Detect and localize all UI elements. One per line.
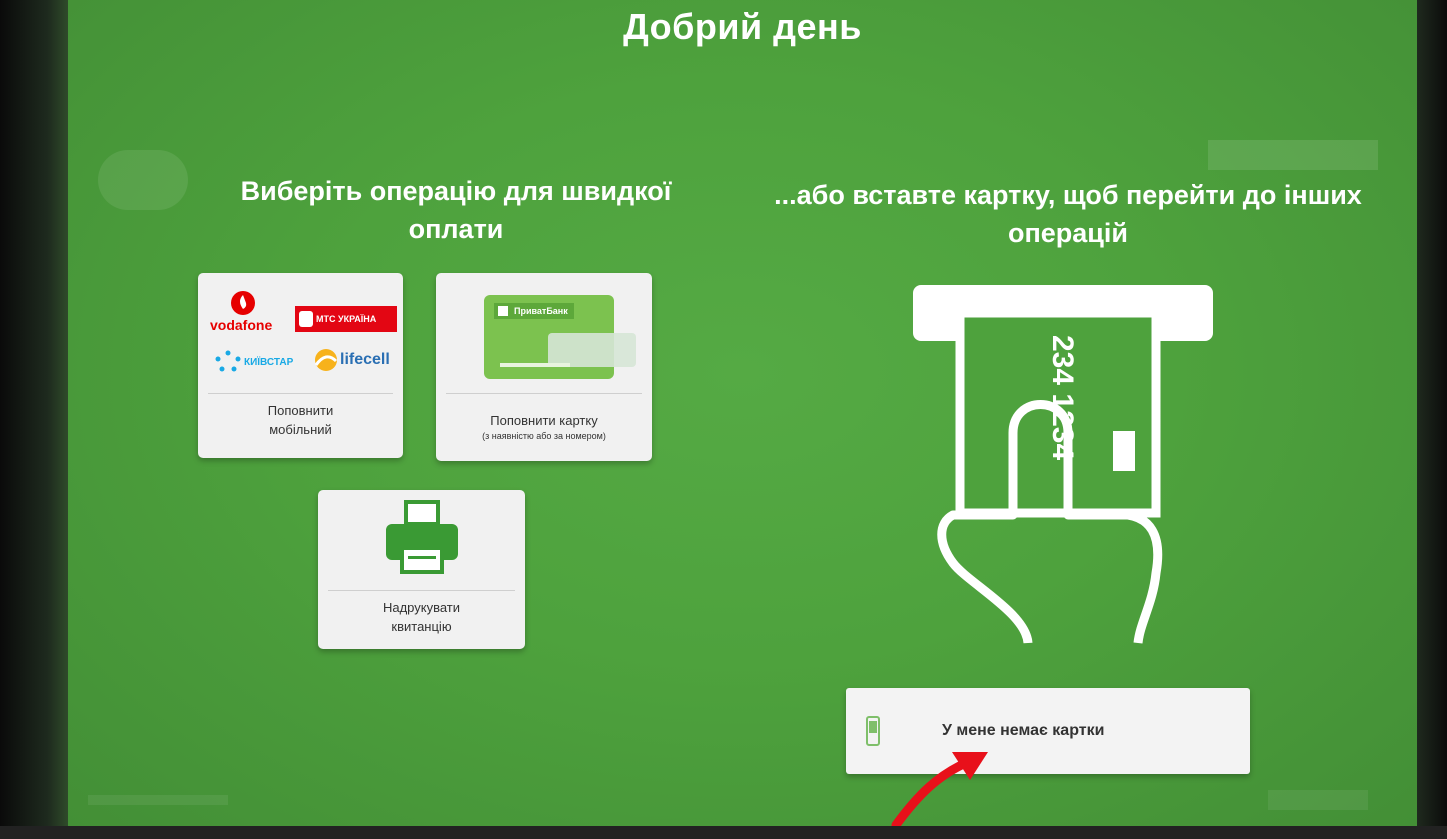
mobile-phone-icon <box>866 716 880 746</box>
screen-glare <box>88 795 228 805</box>
operator-logos: vodafone МТС УКРАЇНА КИЇВСТАР lifecell <box>198 273 403 393</box>
insert-card-illustration: 234 1234 <box>908 283 1218 668</box>
monitor-bezel-right <box>1417 0 1447 839</box>
screen-glare <box>1268 790 1368 810</box>
topup-mobile-button[interactable]: vodafone МТС УКРАЇНА КИЇВСТАР lifecell П… <box>198 273 403 458</box>
greeting-title: Добрий день <box>623 6 862 47</box>
print-receipt-button[interactable]: Надрукувати квитанцію <box>318 490 525 649</box>
privatbank-card-image: ПриватБанк <box>436 273 652 393</box>
print-receipt-label: Надрукувати квитанцію <box>318 598 525 636</box>
topup-mobile-label: Поповнити мобільний <box>198 401 403 439</box>
print-receipt-label-line2: квитанцію <box>391 619 452 634</box>
topup-card-label: Поповнити картку (з наявністю або за ном… <box>436 411 652 442</box>
quick-payment-heading: Виберіть операцію для швидкої оплати <box>240 176 672 244</box>
lifecell-wordmark: lifecell <box>340 351 390 368</box>
screen-glare <box>98 150 188 210</box>
topup-mobile-label-line1: Поповнити <box>267 403 334 418</box>
tile-divider <box>328 590 515 591</box>
printer-icon <box>318 490 525 590</box>
card-number-text: 234 1234 <box>1046 335 1079 461</box>
print-receipt-label-line1: Надрукувати <box>382 600 461 615</box>
vodafone-logo <box>215 291 397 372</box>
topup-card-sublabel: (з наявністю або за номером) <box>482 431 606 441</box>
topup-card-button[interactable]: ПриватБанк Поповнити картку (з наявністю… <box>436 273 652 461</box>
no-card-label: У мене немає картки <box>942 722 1105 739</box>
tile-divider <box>208 393 393 394</box>
vodafone-wordmark: vodafone <box>210 317 273 333</box>
kyivstar-wordmark: КИЇВСТАР <box>244 357 294 368</box>
atm-screen: Добрий день Виберіть операцію для швидко… <box>68 0 1417 826</box>
privatbank-wordmark: ПриватБанк <box>514 306 568 316</box>
insert-card-heading: ...або вставте картку, щоб перейти до ін… <box>774 180 1362 248</box>
bank-card-icon <box>484 295 636 379</box>
topup-card-label-main: Поповнити картку <box>490 413 598 428</box>
mts-wordmark: МТС УКРАЇНА <box>316 314 377 324</box>
monitor-bezel-left <box>0 0 68 839</box>
monitor-bezel-bottom <box>0 826 1447 839</box>
red-arrow-annotation <box>891 752 988 826</box>
tile-divider <box>446 393 642 394</box>
screen-glare <box>1208 140 1378 170</box>
topup-mobile-label-line2: мобільний <box>269 422 332 437</box>
